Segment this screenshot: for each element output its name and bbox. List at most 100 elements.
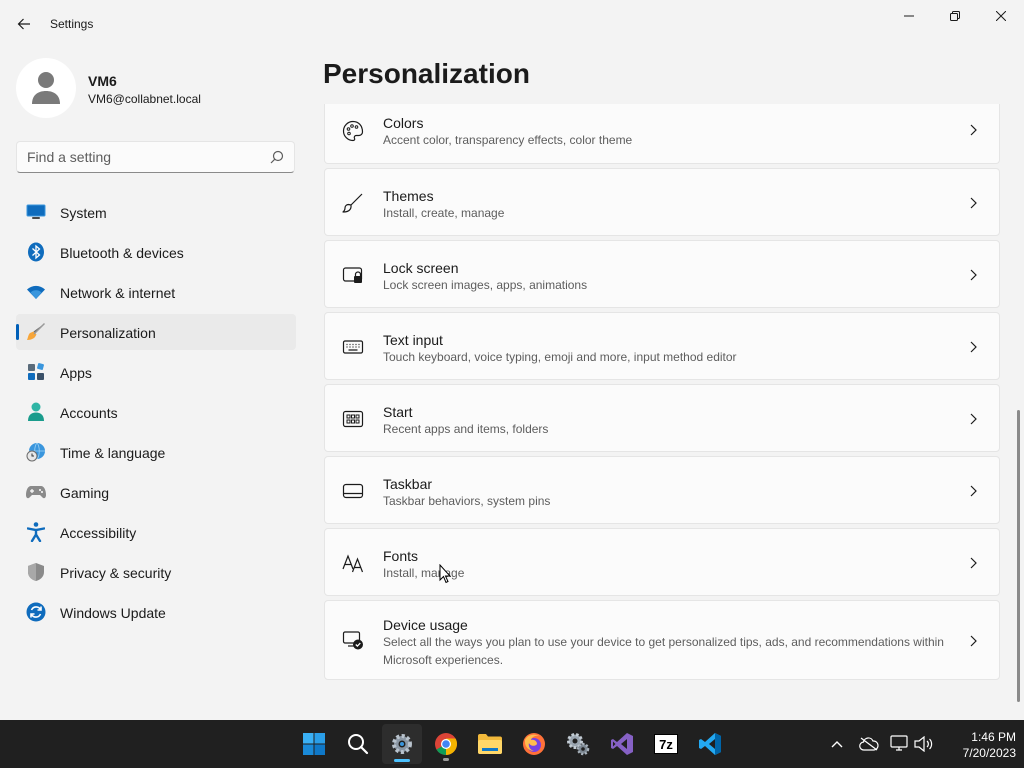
search-input[interactable] xyxy=(27,142,267,172)
card-description: Recent apps and items, folders xyxy=(383,422,549,436)
chevron-right-icon xyxy=(970,557,977,569)
palette-icon xyxy=(341,119,365,143)
bluetooth-icon xyxy=(26,242,46,262)
vscode-app[interactable] xyxy=(690,724,730,764)
sidebar-item-accessibility[interactable]: Accessibility xyxy=(16,514,296,550)
close-button[interactable] xyxy=(978,0,1024,32)
globe-clock-icon xyxy=(26,442,46,462)
visual-studio-icon xyxy=(611,733,633,755)
apps-icon xyxy=(26,362,46,382)
setting-card-themes[interactable]: Themes Install, create, manage xyxy=(324,168,1000,236)
sidebar-nav: System Bluetooth & devices Network & int… xyxy=(16,194,296,634)
cloud-offline-icon xyxy=(859,737,879,751)
close-icon xyxy=(996,11,1006,21)
minimize-icon xyxy=(904,15,914,17)
chrome-app[interactable] xyxy=(426,724,466,764)
card-description: Taskbar behaviors, system pins xyxy=(383,494,551,508)
setting-card-fonts[interactable]: Fonts Install, manage xyxy=(324,528,1000,596)
setting-card-text-input[interactable]: Text input Touch keyboard, voice typing,… xyxy=(324,312,1000,380)
sidebar-item-bluetooth[interactable]: Bluetooth & devices xyxy=(16,234,296,270)
keyboard-icon xyxy=(341,335,365,359)
sidebar-item-accounts[interactable]: Accounts xyxy=(16,394,296,430)
sidebar-item-personalization[interactable]: Personalization xyxy=(16,314,296,350)
setting-card-colors[interactable]: Colors Accent color, transparency effect… xyxy=(324,104,1000,164)
chevron-right-icon xyxy=(970,413,977,425)
sidebar-item-system[interactable]: System xyxy=(16,194,296,230)
firefox-app[interactable] xyxy=(514,724,554,764)
app-title: Settings xyxy=(50,17,94,31)
card-title: Lock screen xyxy=(383,260,459,276)
accounts-icon xyxy=(26,402,46,422)
shield-icon xyxy=(26,562,46,582)
start-button[interactable] xyxy=(294,724,334,764)
volume-tray[interactable] xyxy=(914,734,934,754)
setting-card-lock-screen[interactable]: Lock screen Lock screen images, apps, an… xyxy=(324,240,1000,308)
back-arrow-icon xyxy=(17,18,30,30)
card-description: Touch keyboard, voice typing, emoji and … xyxy=(383,350,737,364)
search-box xyxy=(16,141,295,173)
page-title: Personalization xyxy=(323,58,530,89)
avatar xyxy=(16,58,76,118)
sidebar-item-label: Accounts xyxy=(60,405,118,421)
card-description: Accent color, transparency effects, colo… xyxy=(383,133,633,147)
network-tray[interactable] xyxy=(890,734,910,754)
gear-icon xyxy=(392,734,412,754)
minimize-button[interactable] xyxy=(886,0,932,32)
lock-screen-icon xyxy=(341,263,365,287)
setting-card-taskbar[interactable]: Taskbar Taskbar behaviors, system pins xyxy=(324,456,1000,524)
card-description: Lock screen images, apps, animations xyxy=(383,278,588,292)
restore-button[interactable] xyxy=(932,0,978,32)
file-explorer-app[interactable] xyxy=(470,724,510,764)
sidebar-item-label: Apps xyxy=(60,365,92,381)
sidebar-item-privacy-security[interactable]: Privacy & security xyxy=(16,554,296,590)
search-button[interactable] xyxy=(338,724,378,764)
folder-icon xyxy=(478,734,502,754)
card-title: Colors xyxy=(383,115,424,131)
card-title: Start xyxy=(383,404,413,420)
7zip-app[interactable]: 7z xyxy=(646,724,686,764)
sidebar-item-label: Network & internet xyxy=(60,285,176,301)
windows-logo-icon xyxy=(303,733,325,755)
system-icon xyxy=(26,202,46,222)
firefox-icon xyxy=(523,733,545,755)
sidebar-item-gaming[interactable]: Gaming xyxy=(16,474,296,510)
back-button[interactable] xyxy=(8,8,40,40)
sidebar-item-label: Accessibility xyxy=(60,525,137,541)
sidebar-item-apps[interactable]: Apps xyxy=(16,354,296,390)
clock[interactable]: 1:46 PM 7/20/2023 xyxy=(940,729,1016,761)
control-panel-app[interactable] xyxy=(558,724,598,764)
sidebar-item-label: Windows Update xyxy=(60,605,166,621)
sidebar-item-network[interactable]: Network & internet xyxy=(16,274,296,310)
onedrive-tray[interactable] xyxy=(859,734,879,754)
show-hidden-icons-button[interactable] xyxy=(827,734,847,754)
search-icon xyxy=(348,734,369,755)
settings-app[interactable] xyxy=(382,724,422,764)
sidebar-item-label: Gaming xyxy=(60,485,110,501)
brush-icon xyxy=(26,322,46,342)
start-icon xyxy=(341,407,365,431)
person-icon xyxy=(32,72,60,104)
fonts-icon xyxy=(341,551,365,575)
sidebar-item-label: Time & language xyxy=(60,445,166,461)
gamepad-icon xyxy=(26,482,46,502)
7zip-icon: 7z xyxy=(654,734,678,754)
active-app-indicator xyxy=(394,759,410,762)
volume-icon xyxy=(914,736,933,752)
mouse-cursor-icon xyxy=(439,564,451,584)
card-title: Text input xyxy=(383,332,443,348)
scrollbar-thumb[interactable] xyxy=(1017,410,1020,702)
sidebar-item-time-language[interactable]: Time & language xyxy=(16,434,296,470)
taskbar: 7z 1:46 PM 7/20/2023 xyxy=(0,720,1024,768)
card-description: Install, manage xyxy=(383,566,465,580)
chevron-right-icon xyxy=(970,341,977,353)
brush-icon xyxy=(341,191,365,215)
setting-card-device-usage[interactable]: Device usage Select all the ways you pla… xyxy=(324,600,1000,680)
user-profile[interactable]: VM6 VM6@collabnet.local xyxy=(16,58,296,118)
sidebar-item-windows-update[interactable]: Windows Update xyxy=(16,594,296,630)
chevron-right-icon xyxy=(970,269,977,281)
search-icon[interactable] xyxy=(270,150,284,164)
setting-card-start[interactable]: Start Recent apps and items, folders xyxy=(324,384,1000,452)
visual-studio-app[interactable] xyxy=(602,724,642,764)
chevron-right-icon xyxy=(970,197,977,209)
card-description: Select all the ways you plan to use your… xyxy=(383,635,944,667)
